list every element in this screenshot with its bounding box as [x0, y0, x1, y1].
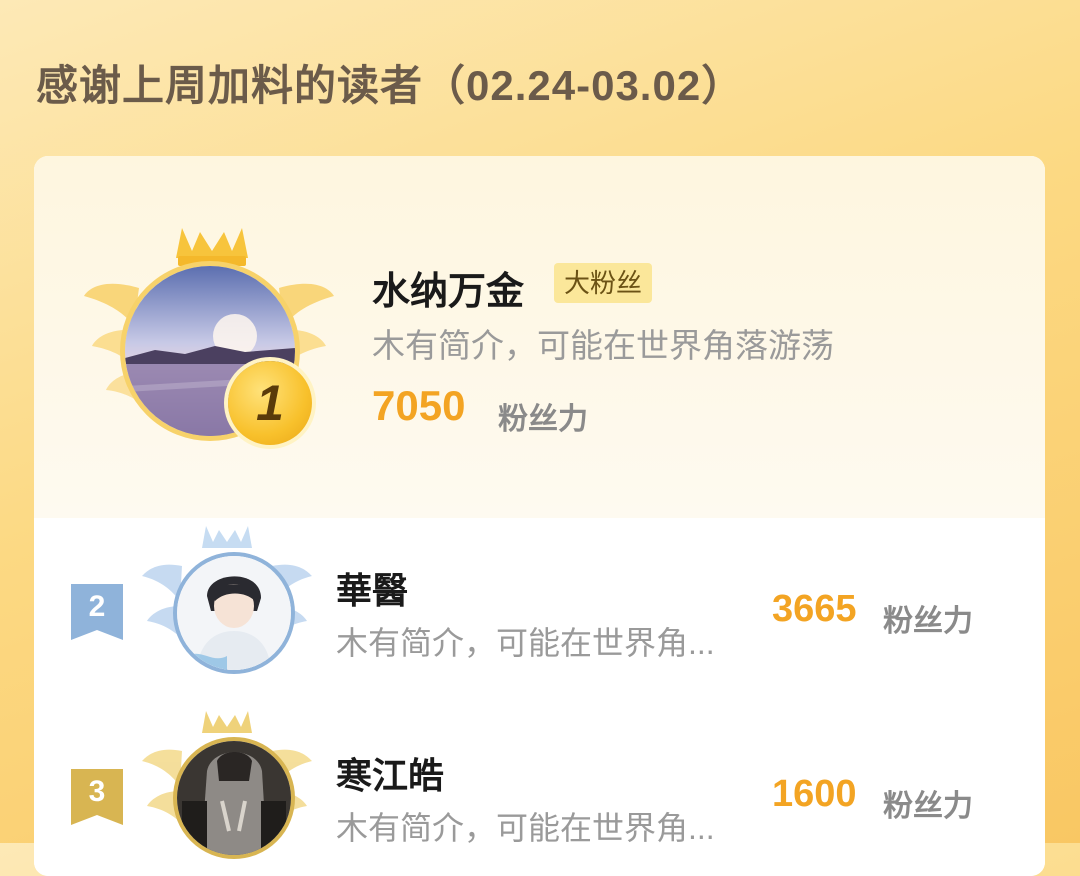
- row-score-unit: 粉丝力: [883, 605, 973, 638]
- crown-icon: [202, 526, 252, 548]
- avatar-3[interactable]: [173, 737, 295, 859]
- crown-icon: [202, 711, 252, 733]
- row-name[interactable]: 華醫: [336, 562, 408, 614]
- row-bio: 木有简介，可能在世界角...: [336, 810, 715, 846]
- hoodie-person-avatar-icon: [177, 741, 291, 855]
- rank-number: 3: [88, 775, 106, 808]
- rank-medal-1: 1: [228, 361, 312, 445]
- rank-tag-3: 3: [71, 769, 123, 825]
- avatar-2[interactable]: [173, 552, 295, 674]
- first-score: 7050: [372, 382, 466, 429]
- rank-tag-2: 2: [71, 584, 123, 640]
- fan-badge: 大粉丝: [554, 263, 653, 303]
- first-place-section[interactable]: 1 水纳万金 大粉丝 木有简介，可能在世界角落游荡 7050 粉丝力: [34, 156, 1045, 518]
- ranking-card: 1 水纳万金 大粉丝 木有简介，可能在世界角落游荡 7050 粉丝力 2 華醫 …: [34, 156, 1045, 876]
- row-score: 3665: [772, 588, 857, 630]
- first-score-unit: 粉丝力: [498, 403, 588, 436]
- rank-number: 2: [88, 590, 106, 623]
- first-bio: 木有简介，可能在世界角落游荡: [372, 327, 834, 364]
- page-title: 感谢上周加料的读者（02.24-03.02）: [36, 62, 745, 109]
- row-score-unit: 粉丝力: [883, 790, 973, 823]
- first-name[interactable]: 水纳万金: [372, 260, 524, 315]
- row-score: 1600: [772, 773, 857, 815]
- others-section: 2 華醫 木有简介，可能在世界角... 3665 粉丝力 3 寒江皓 木有简介，…: [34, 518, 1045, 876]
- row-bio: 木有简介，可能在世界角...: [336, 625, 715, 661]
- list-item[interactable]: 2 華醫 木有简介，可能在世界角... 3665 粉丝力: [34, 518, 1045, 678]
- list-item[interactable]: 3 寒江皓 木有简介，可能在世界角... 1600 粉丝力: [34, 703, 1045, 863]
- row-name[interactable]: 寒江皓: [336, 747, 444, 799]
- anime-boy-avatar-icon: [177, 556, 291, 670]
